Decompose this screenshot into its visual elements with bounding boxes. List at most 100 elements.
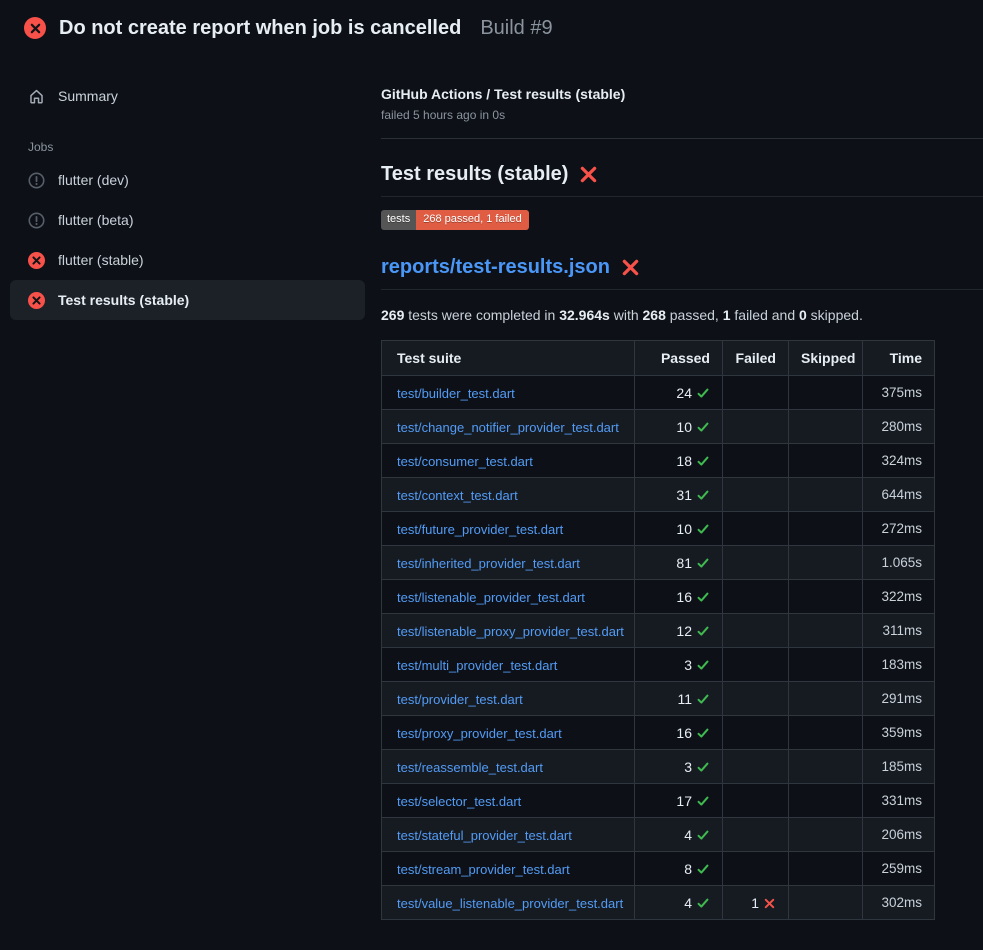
home-icon — [28, 88, 45, 105]
test-suite-link[interactable]: test/stateful_provider_test.dart — [397, 828, 572, 843]
check-icon — [696, 488, 710, 502]
tests-badge: tests 268 passed, 1 failed — [381, 210, 529, 230]
table-header: Test suite Passed Failed Skipped Time — [382, 341, 935, 376]
x-icon — [763, 897, 776, 910]
test-suite-link[interactable]: test/context_test.dart — [397, 488, 518, 503]
failed-cell — [723, 614, 789, 648]
time-cell: 359ms — [863, 716, 935, 750]
check-icon — [696, 862, 710, 876]
check-icon — [696, 522, 710, 536]
time-cell: 324ms — [863, 444, 935, 478]
table-row: test/listenable_provider_test.dart 16 32… — [382, 580, 935, 614]
failed-cell — [723, 648, 789, 682]
time-cell: 183ms — [863, 648, 935, 682]
neutral-status-icon — [28, 172, 45, 189]
time-cell: 259ms — [863, 852, 935, 886]
failed-cell — [723, 478, 789, 512]
passed-cell: 11 — [635, 682, 723, 716]
section-title: Test results (stable) — [381, 163, 568, 186]
suite-cell: test/reassemble_test.dart — [382, 750, 635, 784]
check-icon — [696, 726, 710, 740]
failed-cell — [723, 546, 789, 580]
passed-count: 10 — [676, 419, 692, 435]
failed-cell — [723, 410, 789, 444]
test-suite-link[interactable]: test/provider_test.dart — [397, 692, 523, 707]
table-body: test/builder_test.dart 24 375ms test/cha… — [382, 376, 935, 920]
test-suite-link[interactable]: test/builder_test.dart — [397, 386, 515, 401]
sidebar-job-item[interactable]: flutter (beta) — [10, 200, 365, 240]
run-meta: failed 5 hours ago in 0s — [381, 108, 983, 122]
time-cell: 644ms — [863, 478, 935, 512]
suite-cell: test/context_test.dart — [382, 478, 635, 512]
passed-count: 3 — [684, 759, 692, 775]
sidebar-job-item[interactable]: Test results (stable) — [10, 280, 365, 320]
failed-cell — [723, 716, 789, 750]
passed-cell: 16 — [635, 580, 723, 614]
test-suite-link[interactable]: test/reassemble_test.dart — [397, 760, 543, 775]
test-suite-link[interactable]: test/change_notifier_provider_test.dart — [397, 420, 619, 435]
test-suite-link[interactable]: test/proxy_provider_test.dart — [397, 726, 562, 741]
skipped-cell — [789, 580, 863, 614]
col-header-test-suite: Test suite — [382, 341, 635, 376]
passed-cell: 4 — [635, 886, 723, 920]
passed-count: 16 — [676, 725, 692, 741]
suite-cell: test/proxy_provider_test.dart — [382, 716, 635, 750]
badge-label: tests — [381, 210, 416, 230]
sidebar-item-summary[interactable]: Summary — [10, 78, 365, 114]
table-row: test/listenable_proxy_provider_test.dart… — [382, 614, 935, 648]
test-suite-link[interactable]: test/value_listenable_provider_test.dart — [397, 896, 623, 911]
test-suite-link[interactable]: test/selector_test.dart — [397, 794, 521, 809]
table-row: test/builder_test.dart 24 375ms — [382, 376, 935, 410]
table-row: test/value_listenable_provider_test.dart… — [382, 886, 935, 920]
check-icon — [696, 692, 710, 706]
time-cell: 280ms — [863, 410, 935, 444]
skipped-cell — [789, 818, 863, 852]
skipped-cell — [789, 478, 863, 512]
skipped-cell — [789, 886, 863, 920]
passed-cell: 18 — [635, 444, 723, 478]
failed-cell — [723, 750, 789, 784]
suite-cell: test/future_provider_test.dart — [382, 512, 635, 546]
skipped-cell — [789, 648, 863, 682]
skipped-cell — [789, 852, 863, 886]
skipped-cell — [789, 512, 863, 546]
test-suite-link[interactable]: test/stream_provider_test.dart — [397, 862, 570, 877]
report-heading: reports/test-results.json — [381, 256, 983, 290]
report-file-link[interactable]: reports/test-results.json — [381, 256, 610, 279]
failed-count: 1 — [751, 895, 759, 911]
sidebar-job-item[interactable]: flutter (dev) — [10, 160, 365, 200]
test-suite-link[interactable]: test/multi_provider_test.dart — [397, 658, 557, 673]
jobs-section-label: Jobs — [28, 140, 365, 154]
test-suite-link[interactable]: test/listenable_proxy_provider_test.dart — [397, 624, 624, 639]
time-cell: 272ms — [863, 512, 935, 546]
passed-count: 268 — [643, 307, 666, 323]
check-icon — [696, 590, 710, 604]
table-row: test/consumer_test.dart 18 324ms — [382, 444, 935, 478]
sidebar-job-item[interactable]: flutter (stable) — [10, 240, 365, 280]
passed-count: 18 — [676, 453, 692, 469]
test-suite-link[interactable]: test/inherited_provider_test.dart — [397, 556, 580, 571]
suite-cell: test/inherited_provider_test.dart — [382, 546, 635, 580]
failed-count: 1 — [723, 307, 731, 323]
passed-count: 11 — [677, 691, 692, 707]
passed-cell: 81 — [635, 546, 723, 580]
summary-seg: tests were completed in — [404, 307, 559, 323]
passed-count: 10 — [676, 521, 692, 537]
test-suite-link[interactable]: test/future_provider_test.dart — [397, 522, 563, 537]
badge-value: 268 passed, 1 failed — [416, 210, 528, 230]
suite-cell: test/provider_test.dart — [382, 682, 635, 716]
table-row: test/stateful_provider_test.dart 4 206ms — [382, 818, 935, 852]
check-icon — [696, 386, 710, 400]
time-cell: 206ms — [863, 818, 935, 852]
col-header-passed: Passed — [635, 341, 723, 376]
test-results-table: Test suite Passed Failed Skipped Time te… — [381, 340, 935, 920]
table-row: test/inherited_provider_test.dart 81 1.0… — [382, 546, 935, 580]
sidebar-job-label: flutter (beta) — [58, 212, 133, 228]
skipped-cell — [789, 750, 863, 784]
suite-cell: test/listenable_proxy_provider_test.dart — [382, 614, 635, 648]
test-suite-link[interactable]: test/consumer_test.dart — [397, 454, 533, 469]
passed-cell: 17 — [635, 784, 723, 818]
test-suite-link[interactable]: test/listenable_provider_test.dart — [397, 590, 585, 605]
skipped-cell — [789, 410, 863, 444]
passed-count: 81 — [676, 555, 692, 571]
